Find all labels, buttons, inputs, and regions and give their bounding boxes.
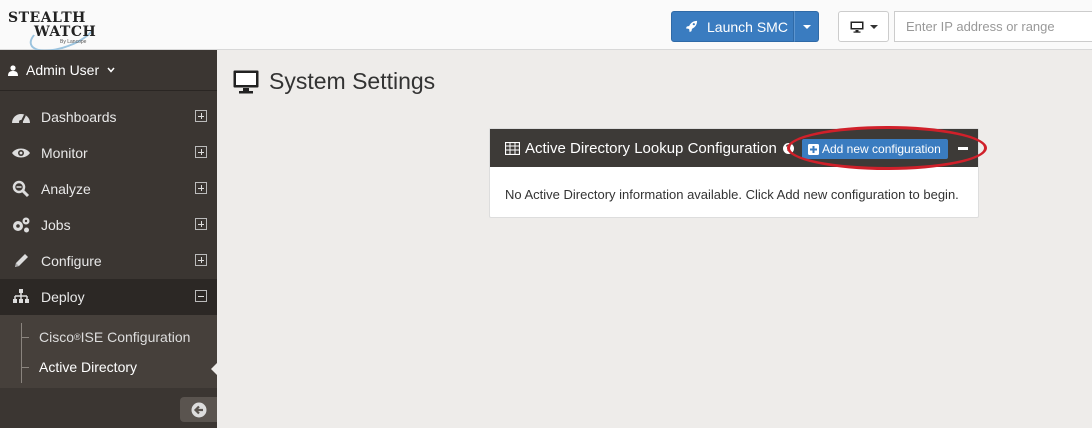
user-name: Admin User — [26, 62, 100, 78]
subnav-label-post: ISE Configuration — [80, 329, 191, 345]
chevron-down-icon — [107, 67, 115, 73]
plus-square-icon — [808, 143, 819, 155]
top-bar: STEALTH WATCH By Lancope Launch SMC — [0, 0, 1092, 60]
ip-search-input[interactable] — [894, 11, 1092, 42]
nav-label: Configure — [41, 253, 102, 269]
panel-header: Active Directory Lookup Configuration ? … — [490, 129, 978, 167]
gears-icon — [10, 216, 32, 234]
nav-item-configure[interactable]: Configure — [0, 243, 217, 279]
subnav-item-active-directory[interactable]: Active Directory — [21, 355, 137, 379]
registered-mark: ® — [74, 332, 81, 342]
nav-label: Deploy — [41, 289, 85, 305]
nav-label: Analyze — [41, 181, 91, 197]
sidebar: Admin User Dashboards Monitor Analyze Jo… — [0, 50, 217, 428]
logo-tagline: By Lancope — [60, 39, 87, 45]
ad-lookup-panel: Active Directory Lookup Configuration ? … — [489, 128, 979, 218]
empty-message: No Active Directory information availabl… — [505, 187, 959, 202]
minimize-panel-button[interactable] — [956, 140, 970, 156]
add-new-configuration-button[interactable]: Add new configuration — [802, 139, 948, 159]
pencil-icon — [10, 252, 32, 270]
table-icon — [505, 141, 520, 155]
main-nav: Dashboards Monitor Analyze Jobs Configur… — [0, 99, 217, 315]
caret-down-icon — [869, 24, 878, 29]
device-selector-button[interactable] — [838, 11, 889, 42]
eye-icon — [10, 144, 32, 162]
tree-tick — [21, 366, 29, 368]
monitor-icon — [850, 21, 863, 33]
nav-item-dashboards[interactable]: Dashboards — [0, 99, 217, 135]
user-menu[interactable]: Admin User — [0, 50, 217, 91]
caret-down-icon — [802, 24, 811, 29]
stealthwatch-logo[interactable]: STEALTH WATCH By Lancope — [8, 6, 112, 60]
nav-item-analyze[interactable]: Analyze — [0, 171, 217, 207]
magnifier-icon — [10, 180, 32, 198]
nav-label: Jobs — [41, 217, 71, 233]
subnav-item-ise-configuration[interactable]: Cisco ® ISE Configuration — [21, 325, 190, 349]
launch-smc-label: Launch SMC — [707, 18, 788, 35]
nav-item-jobs[interactable]: Jobs — [0, 207, 217, 243]
rocket-icon — [685, 20, 698, 33]
arrow-left-circle-icon — [191, 402, 206, 417]
expand-icon[interactable] — [195, 110, 207, 122]
active-indicator — [211, 363, 217, 375]
expand-icon[interactable] — [195, 218, 207, 230]
expand-icon[interactable] — [195, 254, 207, 266]
deploy-subnav: Cisco ® ISE Configuration Active Director… — [0, 315, 217, 388]
page-header: System Settings — [233, 68, 435, 95]
launch-smc-dropdown[interactable] — [794, 11, 819, 42]
nav-label: Monitor — [41, 145, 88, 161]
user-icon — [8, 64, 18, 76]
expand-icon[interactable] — [195, 182, 207, 194]
collapse-icon[interactable] — [195, 290, 207, 302]
subnav-label: Active Directory — [39, 359, 138, 375]
page-title: System Settings — [269, 68, 436, 94]
nav-item-monitor[interactable]: Monitor — [0, 135, 217, 171]
help-icon[interactable]: ? — [782, 142, 794, 154]
dashboard-icon — [10, 108, 32, 126]
nav-label: Dashboards — [41, 109, 117, 125]
collapse-sidebar-button[interactable] — [180, 397, 217, 422]
add-new-configuration-label: Add new configuration — [822, 142, 941, 156]
monitor-icon — [233, 70, 259, 93]
nav-item-deploy[interactable]: Deploy — [0, 279, 217, 315]
sitemap-icon — [10, 288, 32, 306]
expand-icon[interactable] — [195, 146, 207, 158]
launch-smc-button[interactable]: Launch SMC — [671, 11, 794, 42]
panel-title: Active Directory Lookup Configuration — [525, 139, 777, 157]
tree-tick — [21, 336, 29, 338]
subnav-label-pre: Cisco — [39, 329, 75, 345]
logo-line2: WATCH — [34, 24, 97, 40]
